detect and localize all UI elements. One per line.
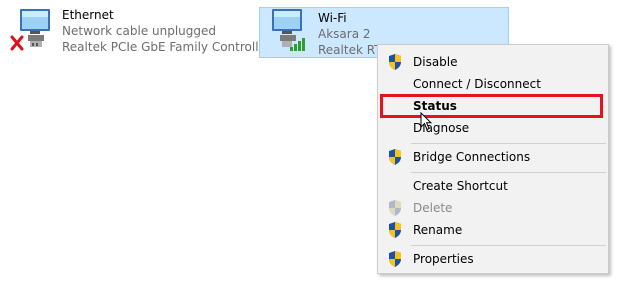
menu-item-label: Rename xyxy=(413,223,463,237)
context-menu: Disable Connect / Disconnect Status Diag… xyxy=(377,44,609,274)
menu-separator xyxy=(411,245,606,246)
ethernet-adapter[interactable]: Ethernet Network cable unplugged Realtek… xyxy=(4,5,271,55)
menu-item-create-shortcut[interactable]: Create Shortcut xyxy=(378,175,608,197)
menu-item-label: Delete xyxy=(413,201,453,215)
mouse-pointer-icon xyxy=(420,112,432,131)
menu-separator xyxy=(411,143,606,144)
uac-shield-icon xyxy=(389,222,401,238)
menu-item-connect-disconnect[interactable]: Connect / Disconnect xyxy=(378,73,608,95)
menu-item-label: Bridge Connections xyxy=(413,150,531,164)
menu-item-rename[interactable]: Rename xyxy=(378,219,608,241)
menu-item-diagnose[interactable]: Diagnose xyxy=(378,117,608,139)
menu-separator xyxy=(411,172,606,173)
status-highlight-box xyxy=(380,94,603,118)
uac-shield-icon xyxy=(389,251,401,267)
menu-item-label: Properties xyxy=(413,252,474,266)
uac-shield-icon xyxy=(389,200,401,216)
adapter-name: Wi-Fi xyxy=(318,11,347,25)
menu-item-delete: Delete xyxy=(378,197,608,219)
menu-item-label: Disable xyxy=(413,55,458,69)
adapter-status: Aksara 2 xyxy=(318,27,371,41)
menu-item-label: Create Shortcut xyxy=(413,179,508,193)
wifi-adapter-icon xyxy=(272,9,305,51)
adapter-status: Network cable unplugged xyxy=(62,24,217,38)
uac-shield-icon xyxy=(389,54,401,70)
menu-item-bridge-connections[interactable]: Bridge Connections xyxy=(378,146,608,168)
adapter-name: Ethernet xyxy=(62,8,114,22)
adapter-device: Realtek PCIe GbE Family Controller xyxy=(62,40,271,54)
menu-item-disable[interactable]: Disable xyxy=(378,51,608,73)
menu-item-label: Connect / Disconnect xyxy=(413,77,541,91)
menu-item-properties[interactable]: Properties xyxy=(378,248,608,270)
uac-shield-icon xyxy=(389,149,401,165)
network-adapter-disconnected-icon xyxy=(10,9,50,51)
